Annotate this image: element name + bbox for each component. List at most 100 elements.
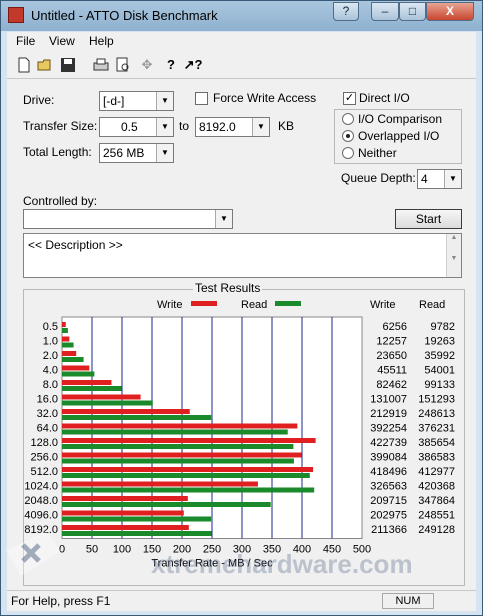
read-bar (62, 516, 212, 522)
read-value: 9782 (431, 321, 455, 333)
transfer-from-select[interactable]: 0.5 ▼ (99, 117, 174, 137)
queue-depth-label: Queue Depth: (341, 171, 416, 185)
write-value: 399084 (370, 452, 407, 464)
force-write-label: Force Write Access (213, 91, 317, 105)
chevron-down-icon[interactable]: ▼ (215, 210, 232, 228)
drive-select[interactable]: [-d-] ▼ (99, 91, 174, 111)
read-bar (62, 386, 122, 391)
question-icon[interactable]: ? (333, 2, 359, 21)
menu-file[interactable]: File (16, 34, 35, 48)
y-tick-label: 4096.0 (24, 510, 58, 522)
save-icon[interactable] (58, 55, 78, 75)
write-bar (62, 467, 314, 472)
write-value: 45511 (377, 365, 407, 377)
print-preview-icon[interactable] (113, 55, 133, 75)
write-value: 212919 (370, 408, 407, 420)
y-tick-label: 1024.0 (24, 481, 58, 493)
print-icon[interactable] (91, 55, 111, 75)
menu-help[interactable]: Help (89, 34, 114, 48)
description-text: << Description >> (28, 238, 123, 252)
write-bar (62, 322, 66, 327)
neither-radio[interactable] (342, 147, 354, 159)
total-length-value: 256 MB (103, 146, 145, 160)
write-bar (62, 394, 141, 400)
y-tick-label: 32.0 (37, 408, 58, 420)
queue-depth-select[interactable]: 4 ▼ (417, 169, 462, 189)
write-value: 12257 (376, 336, 407, 348)
legend-write-swatch (191, 301, 217, 306)
description-textarea[interactable]: << Description >> ▲ ▼ (23, 233, 462, 278)
results-chart: Write Read Write Read0 50 100 150 200 250 300 350 4… (24, 299, 455, 570)
new-icon[interactable] (14, 55, 34, 75)
y-tick-label: 256.0 (30, 452, 58, 464)
y-tick-label: 2.0 (43, 350, 58, 362)
legend-read-swatch (275, 301, 301, 306)
app-icon (8, 7, 24, 23)
move-icon[interactable]: ✥ (137, 55, 157, 75)
write-bar (62, 409, 190, 414)
force-write-checkbox[interactable] (195, 92, 208, 105)
write-bar (62, 452, 302, 458)
window-title: Untitled - ATTO Disk Benchmark (31, 8, 218, 23)
y-tick-label: 8.0 (43, 379, 58, 391)
write-bar (62, 481, 258, 487)
transfer-to-select[interactable]: 8192.0 ▼ (195, 117, 270, 137)
status-text: For Help, press F1 (11, 594, 111, 608)
chevron-down-icon[interactable]: ▼ (156, 144, 173, 162)
menu-view[interactable]: View (49, 34, 75, 48)
app-window: Untitled - ATTO Disk Benchmark ? – □ X F… (0, 0, 483, 616)
read-value: 347864 (418, 495, 455, 507)
write-bar (62, 438, 316, 443)
minimize-button[interactable]: – (371, 2, 399, 21)
chevron-down-icon[interactable]: ▼ (252, 118, 269, 136)
write-bar (62, 365, 90, 371)
write-column-header: Write (370, 299, 395, 311)
neither-label: Neither (358, 146, 397, 160)
write-value: 209715 (370, 495, 407, 507)
y-tick-label: 16.0 (37, 394, 58, 406)
start-button[interactable]: Start (395, 209, 462, 229)
direct-io-checkbox[interactable]: ✓ (343, 92, 356, 105)
chevron-down-icon[interactable]: ▼ (156, 118, 173, 136)
read-value: 376231 (418, 423, 455, 435)
drive-label: Drive: (23, 93, 55, 107)
total-length-select[interactable]: 256 MB ▼ (99, 143, 174, 163)
description-scrollbar[interactable]: ▲ ▼ (446, 234, 461, 277)
overlapped-io-radio[interactable] (342, 130, 354, 142)
open-icon[interactable] (36, 55, 56, 75)
y-tick-label: 128.0 (30, 437, 58, 449)
status-bar: For Help, press F1 NUM (7, 590, 476, 611)
queue-depth-value: 4 (421, 172, 428, 186)
direct-io-label: Direct I/O (359, 91, 410, 105)
read-bar (62, 429, 288, 435)
drive-value: [-d-] (103, 94, 125, 108)
read-value: 248551 (418, 510, 455, 522)
read-bar (62, 415, 212, 420)
x-tick-label: 50 (86, 544, 98, 556)
maximize-button[interactable]: □ (399, 2, 426, 21)
controlled-by-select[interactable]: ▼ (23, 209, 233, 229)
read-bar (62, 342, 74, 348)
close-button[interactable]: X (426, 2, 474, 21)
help-icon[interactable]: ? (161, 55, 181, 75)
read-bar (62, 458, 294, 464)
write-value: 202975 (370, 510, 407, 522)
y-tick-label: 64.0 (37, 423, 58, 435)
read-bar (62, 531, 212, 536)
transfer-to-value: 8192.0 (199, 120, 236, 134)
read-bar (62, 487, 315, 493)
chevron-down-icon[interactable]: ▼ (156, 92, 173, 110)
read-value: 385654 (418, 437, 455, 449)
title-bar[interactable]: Untitled - ATTO Disk Benchmark ? – □ X (1, 1, 482, 31)
total-length-label: Total Length: (23, 145, 92, 159)
io-comparison-radio[interactable] (342, 113, 354, 125)
context-help-icon[interactable]: ↗? (183, 55, 203, 75)
read-bar (62, 357, 84, 362)
read-bar (62, 502, 271, 507)
write-value: 23650 (376, 350, 407, 362)
toolbar: ✥ ? ↗? (7, 52, 476, 79)
transfer-size-label: Transfer Size: (23, 119, 98, 133)
watermark: xtremehardware.com (151, 549, 413, 579)
read-bar (62, 473, 310, 478)
chevron-down-icon[interactable]: ▼ (444, 170, 461, 188)
